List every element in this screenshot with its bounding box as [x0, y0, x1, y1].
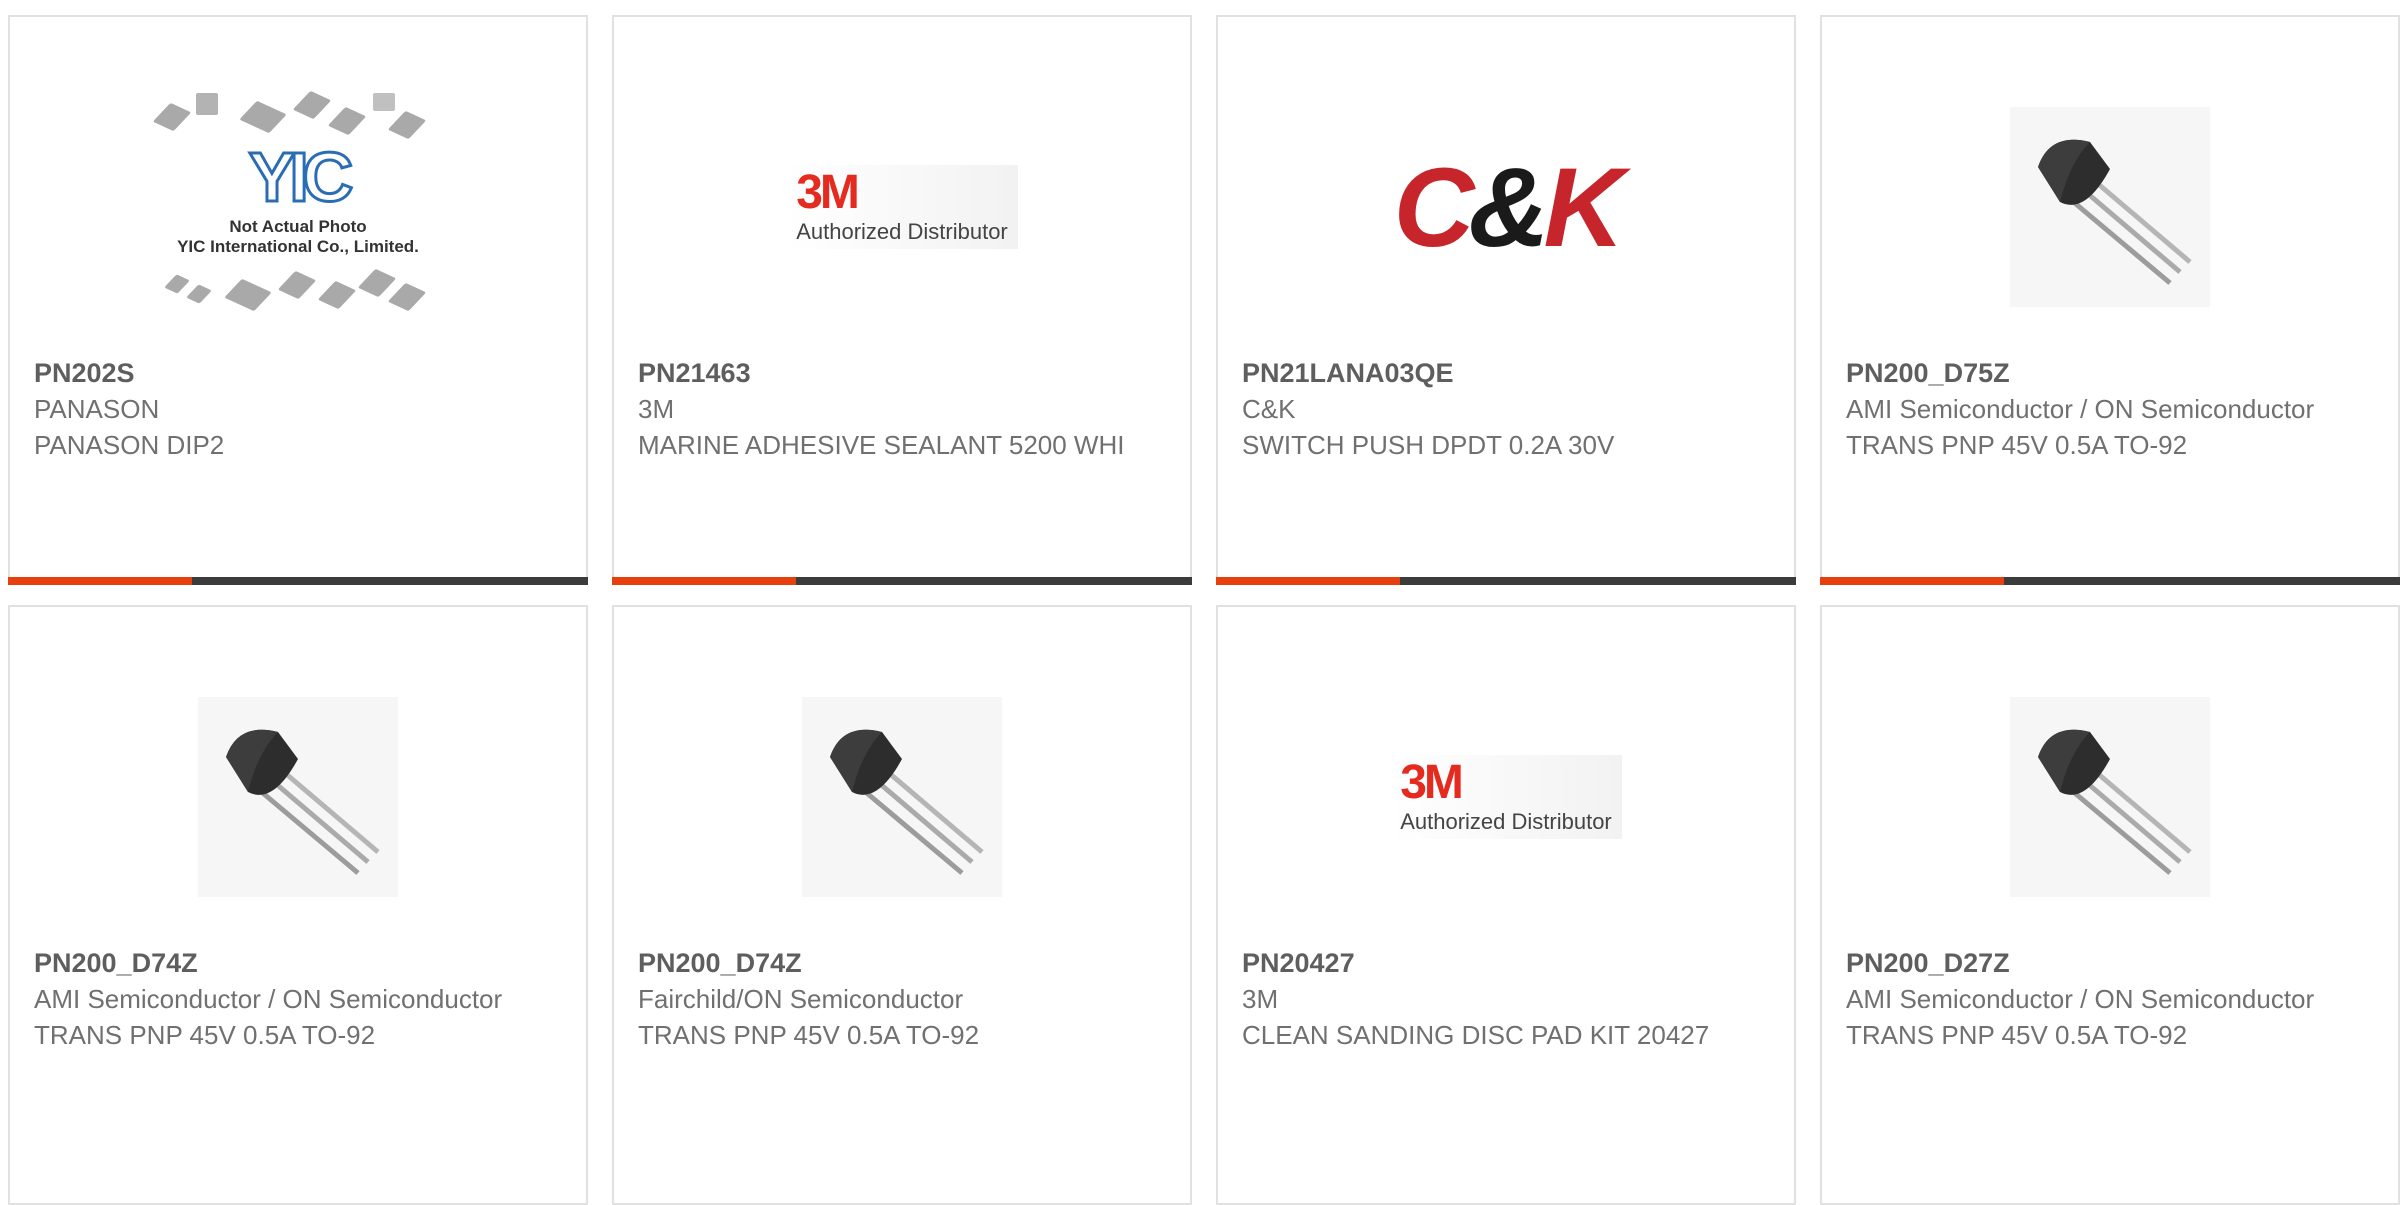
description: CLEAN SANDING DISC PAD KIT 20427	[1242, 1020, 1710, 1050]
manufacturer: AMI Semiconductor / ON Semiconductor	[1846, 984, 2315, 1014]
product-info: PN200_D75Z AMI Semiconductor / ON Semico…	[1846, 355, 2374, 463]
product-info: PN21LANA03QE C&K SWITCH PUSH DPDT 0.2A 3…	[1242, 355, 1770, 463]
yic-logo: YIC	[247, 137, 355, 218]
part-number[interactable]: PN200_D27Z	[1846, 945, 2374, 981]
description: TRANS PNP 45V 0.5A TO-92	[1846, 1020, 2188, 1050]
description: MARINE ADHESIVE SEALANT 5200 WHI	[638, 430, 1125, 460]
product-image[interactable]	[1822, 677, 2398, 917]
product-image[interactable]	[1822, 87, 2398, 327]
product-card[interactable]: C&K PN21LANA03QE C&K SWITCH PUSH DPDT 0.…	[1216, 15, 1796, 585]
manufacturer: C&K	[1242, 394, 1296, 424]
product-card[interactable]: 3M Authorized Distributor PN21463 3M MAR…	[612, 15, 1192, 585]
product-card[interactable]: PN200_D74Z AMI Semiconductor / ON Semico…	[8, 605, 588, 1205]
product-image[interactable]: 3M Authorized Distributor	[1218, 677, 1794, 917]
part-number[interactable]: PN20427	[1242, 945, 1770, 981]
product-info: PN200_D74Z Fairchild/ON Semiconductor TR…	[638, 945, 1166, 1053]
product-card[interactable]: PN200_D74Z Fairchild/ON Semiconductor TR…	[612, 605, 1192, 1205]
3m-logo: 3M Authorized Distributor	[1390, 755, 1622, 839]
product-card[interactable]: 3M Authorized Distributor PN20427 3M CLE…	[1216, 605, 1796, 1205]
product-info: PN202S PANASON PANASON DIP2	[34, 355, 562, 463]
image-caption: Not Actual Photo	[229, 217, 367, 236]
product-grid: YIC Not Actual Photo YIC International C…	[8, 15, 2400, 1205]
product-card[interactable]: PN200_D75Z AMI Semiconductor / ON Semico…	[1820, 15, 2400, 585]
part-number[interactable]: PN202S	[34, 355, 562, 391]
to92-transistor-icon	[2010, 697, 2210, 897]
part-number[interactable]: PN200_D75Z	[1846, 355, 2374, 391]
card-bottom-bar	[612, 577, 1192, 585]
to92-transistor-icon	[802, 697, 1002, 897]
manufacturer: 3M	[1242, 984, 1279, 1014]
description: TRANS PNP 45V 0.5A TO-92	[1846, 430, 2188, 460]
product-info: PN21463 3M MARINE ADHESIVE SEALANT 5200 …	[638, 355, 1166, 463]
product-info: PN20427 3M CLEAN SANDING DISC PAD KIT 20…	[1242, 945, 1770, 1053]
part-number[interactable]: PN200_D74Z	[638, 945, 1166, 981]
part-number[interactable]: PN200_D74Z	[34, 945, 562, 981]
3m-logo-mark: 3M	[1400, 756, 1464, 809]
ck-logo-c: C	[1393, 144, 1475, 270]
3m-logo: 3M Authorized Distributor	[786, 165, 1018, 249]
ck-logo-k: K	[1543, 144, 1624, 270]
product-image[interactable]: YIC Not Actual Photo YIC International C…	[10, 87, 586, 327]
manufacturer: Fairchild/ON Semiconductor	[638, 984, 964, 1014]
product-card[interactable]: YIC Not Actual Photo YIC International C…	[8, 15, 588, 585]
part-number[interactable]: PN21463	[638, 355, 1166, 391]
card-bottom-bar	[1820, 577, 2400, 585]
ck-logo-amp: &	[1468, 144, 1550, 270]
ck-logo: C&K	[1393, 143, 1625, 272]
image-caption: YIC International Co., Limited.	[177, 237, 419, 256]
product-image[interactable]	[10, 677, 586, 917]
card-bottom-bar	[8, 577, 588, 585]
product-info: PN200_D74Z AMI Semiconductor / ON Semico…	[34, 945, 562, 1053]
manufacturer: PANASON	[34, 394, 160, 424]
yic-placeholder-image: YIC Not Actual Photo YIC International C…	[148, 87, 448, 327]
description: TRANS PNP 45V 0.5A TO-92	[638, 1020, 980, 1050]
description: SWITCH PUSH DPDT 0.2A 30V	[1242, 430, 1615, 460]
product-image[interactable]	[614, 677, 1190, 917]
description: TRANS PNP 45V 0.5A TO-92	[34, 1020, 376, 1050]
card-bottom-bar	[1216, 577, 1796, 585]
description: PANASON DIP2	[34, 430, 225, 460]
manufacturer: 3M	[638, 394, 675, 424]
product-image[interactable]: 3M Authorized Distributor	[614, 87, 1190, 327]
to92-transistor-icon	[198, 697, 398, 897]
product-card[interactable]: PN200_D27Z AMI Semiconductor / ON Semico…	[1820, 605, 2400, 1205]
part-number[interactable]: PN21LANA03QE	[1242, 355, 1770, 391]
manufacturer: AMI Semiconductor / ON Semiconductor	[1846, 394, 2315, 424]
product-info: PN200_D27Z AMI Semiconductor / ON Semico…	[1846, 945, 2374, 1053]
manufacturer: AMI Semiconductor / ON Semiconductor	[34, 984, 503, 1014]
to92-transistor-icon	[2010, 107, 2210, 307]
product-image[interactable]: C&K	[1218, 87, 1794, 327]
3m-logo-subtitle: Authorized Distributor	[796, 219, 1008, 244]
3m-logo-subtitle: Authorized Distributor	[1400, 809, 1612, 834]
3m-logo-mark: 3M	[796, 166, 860, 219]
